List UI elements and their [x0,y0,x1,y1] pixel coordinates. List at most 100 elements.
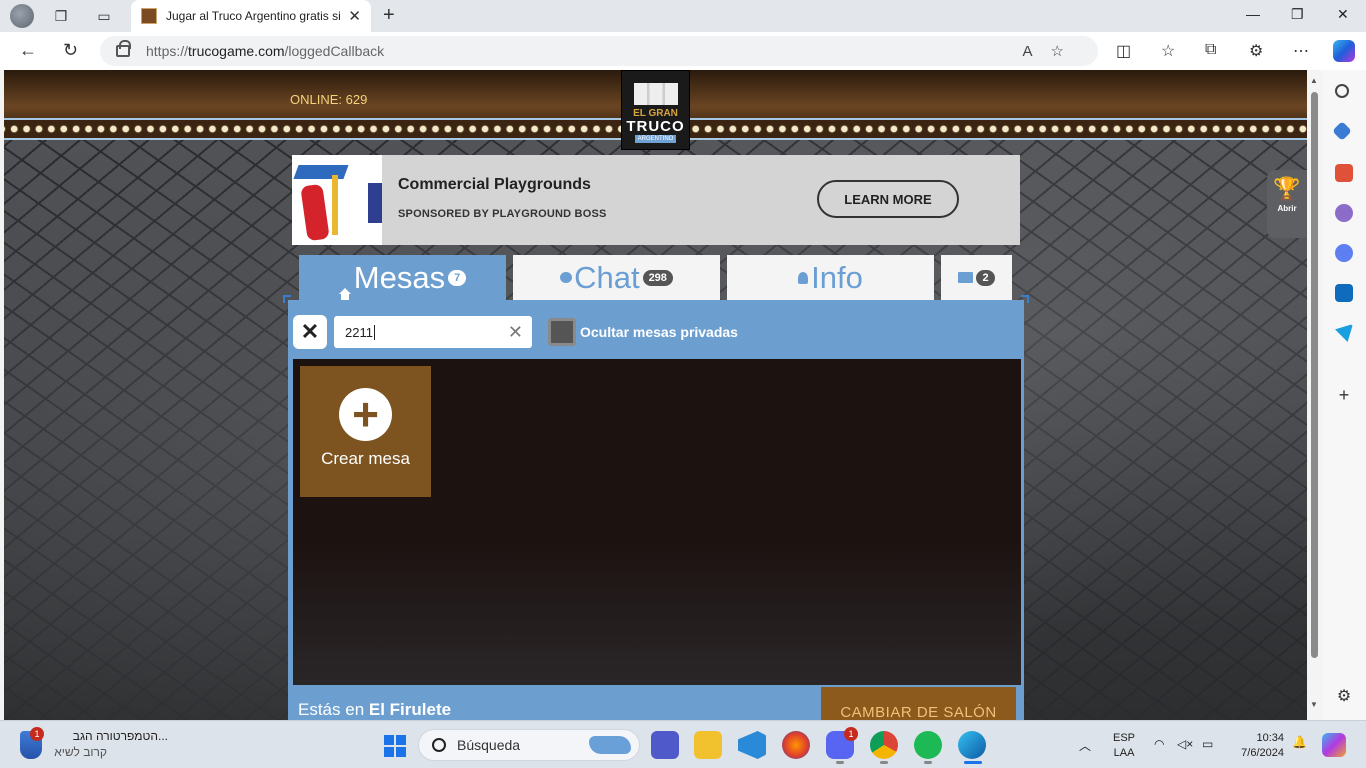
ad-headline[interactable]: Commercial Playgrounds [398,176,591,194]
firefox-icon[interactable] [782,731,810,759]
profile-avatar[interactable] [10,4,34,28]
search-icon[interactable] [1335,84,1349,98]
page-scrollbar[interactable]: ▲ ▼ [1307,70,1322,720]
clock-time: 10:34 [1256,732,1284,744]
tab-messages[interactable]: 2 [941,255,1012,300]
tab-chat-count: 298 [642,269,673,286]
extensions-icon[interactable]: ⚙ [1249,41,1263,61]
advertisement[interactable]: Commercial Playgrounds SPONSORED BY PLAY… [292,155,1020,245]
edge-icon[interactable] [958,731,986,759]
close-window-button[interactable]: ✕ [1337,6,1349,23]
spotify-icon[interactable] [914,731,942,759]
back-button[interactable]: ← [19,41,37,59]
change-salon-button[interactable]: CAMBIAR DE SALÓN [821,687,1016,720]
chrome-icon[interactable] [870,731,898,759]
address-bar-actions[interactable]: A☆ [1023,42,1082,60]
weather-widget[interactable]: 1 ...הטמפרטורה הגב קרוב לשיא [20,727,180,763]
tab-chat[interactable]: Chat 298 [513,255,720,300]
search-value: 2211 [345,324,373,340]
plus-icon: + [339,388,392,441]
tab-info-label: Info [811,259,863,295]
show-hidden-icons[interactable]: ︿ [1079,737,1091,754]
chat-bubble-icon [560,272,573,283]
vscode-icon[interactable] [738,731,766,759]
url-path: /loggedCallback [284,43,385,59]
weather-line1: ...הטמפרטורה הגב [72,729,168,743]
file-explorer-icon[interactable] [694,731,722,759]
send-icon[interactable] [1335,324,1353,342]
url-protocol: https:// [146,43,189,59]
hide-private-label[interactable]: Ocultar mesas privadas [580,324,738,340]
battery-icon[interactable]: ▭ [1202,737,1213,751]
taskbar-search[interactable]: Búsqueda [418,729,640,761]
windows-taskbar: 1 ...הטמפרטורה הגב קרוב לשיא Búsqueda 1 … [0,720,1366,768]
clock[interactable]: 10:34 7/6/2024 [1232,731,1284,761]
address-bar[interactable]: https:// trucogame.com /loggedCallback A… [100,36,1098,66]
outlook-icon[interactable] [1335,284,1353,302]
restore-button[interactable]: ❐ [1291,6,1304,23]
create-table-label: Crear mesa [321,449,410,468]
edge-active-indicator [964,761,982,764]
close-tab-icon[interactable]: ✕ [348,7,361,25]
address-toolbar: ← ↻ https:// trucogame.com /loggedCallba… [0,32,1366,70]
user-icon [798,271,809,284]
ranking-panel-toggle[interactable]: 🏆 Abrir [1267,170,1307,238]
learn-more-button[interactable]: LEARN MORE [817,180,959,218]
scroll-down-icon[interactable]: ▼ [1310,700,1318,709]
new-tab-button[interactable]: + [383,5,395,25]
home-icon [338,272,351,300]
notifications-bell-icon[interactable]: 🔔 [1292,735,1307,749]
copilot-icon[interactable] [1333,40,1355,62]
minimize-button[interactable]: — [1246,6,1260,22]
workspaces-icon[interactable]: ❐ [52,7,70,25]
browser-tab-active[interactable]: Jugar al Truco Argentino gratis si ✕ [131,0,371,32]
favorites-icon[interactable]: ☆ [1161,41,1175,61]
keyboard-layout: LAA [1113,747,1135,759]
browser-tab-bar: ❐ ▭ Jugar al Truco Argentino gratis si ✕… [0,0,1366,32]
clear-search-icon[interactable]: ✕ [508,322,523,343]
tables-panel: ✕ 2211 ✕ Ocultar mesas privadas + Crear … [283,295,1029,720]
tab-actions-icon[interactable]: ▭ [95,7,113,25]
url-host: trucogame.com [188,43,285,59]
tab-mesas[interactable]: Mesas 7 [299,255,506,300]
more-menu-icon[interactable]: ⋯ [1293,41,1309,61]
logo-line3: ARGENTINO [634,135,677,143]
mail-icon [958,272,974,283]
collections-icon[interactable]: ⧉ [1205,41,1216,59]
tab-title: Jugar al Truco Argentino gratis si [166,9,341,23]
volume-muted-icon[interactable]: ◁× [1177,737,1193,751]
create-table-button[interactable]: + Crear mesa [300,366,431,497]
edge-sidebar: + ⚙ [1322,70,1366,720]
games-icon[interactable] [1335,204,1353,222]
scroll-up-icon[interactable]: ▲ [1310,76,1318,85]
add-sidebar-icon[interactable]: + [1335,386,1353,404]
site-logo[interactable]: EL GRAN TRUCO ARGENTINO [621,70,690,150]
discord-running-indicator [836,761,844,764]
discord-badge: 1 [844,727,858,741]
microsoft365-icon[interactable] [1335,244,1353,262]
split-screen-icon[interactable]: ◫ [1116,41,1131,61]
site-favicon-icon [141,8,157,24]
wifi-icon[interactable]: ◠ [1154,737,1164,751]
scrollbar-thumb[interactable] [1311,92,1318,658]
start-button[interactable] [384,735,406,757]
search-icon [432,738,446,752]
lock-icon[interactable] [116,40,131,57]
hide-private-checkbox[interactable] [548,318,576,346]
reload-button[interactable]: ↻ [63,41,78,59]
read-aloud-icon[interactable]: A [1023,43,1051,60]
clock-date: 7/6/2024 [1241,747,1284,759]
sidebar-settings-icon[interactable]: ⚙ [1335,688,1353,706]
close-filter-button[interactable]: ✕ [293,315,327,349]
tab-messages-count: 2 [976,269,995,286]
tab-info[interactable]: Info [727,255,934,300]
favorite-star-icon[interactable]: ☆ [1051,43,1082,60]
language-indicator[interactable]: ESP LAA [1113,731,1135,761]
copilot-taskbar-icon[interactable] [1322,733,1346,757]
discord-icon[interactable]: 1 [826,727,858,759]
shopping-tag-icon[interactable] [1332,121,1352,141]
teams-icon[interactable] [651,731,679,759]
table-search-input[interactable]: 2211 ✕ [334,316,532,348]
tools-icon[interactable] [1335,164,1353,182]
playground-image[interactable] [292,155,382,245]
